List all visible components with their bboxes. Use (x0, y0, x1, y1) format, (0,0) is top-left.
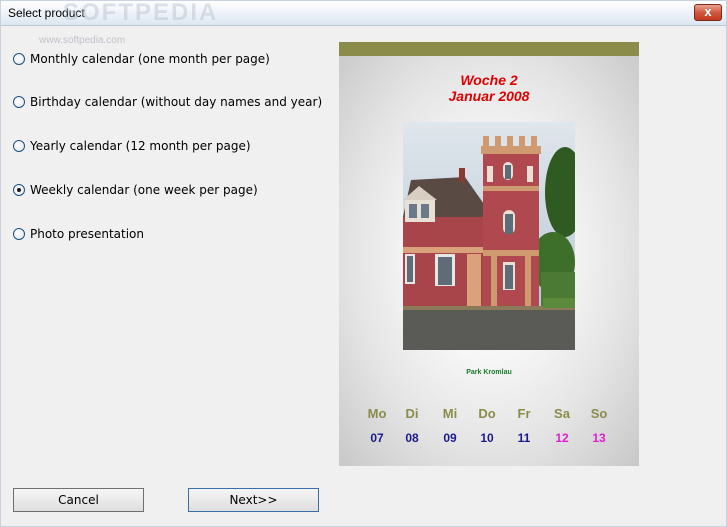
option-label: Monthly calendar (one month per page) (30, 52, 270, 66)
option-label: Yearly calendar (12 month per page) (30, 139, 251, 153)
day-name: So (590, 406, 608, 421)
radio-icon[interactable] (13, 140, 25, 152)
select-product-dialog: Select product SOFTPEDIA x www.softpedia… (0, 0, 727, 527)
title-bar[interactable]: Select product SOFTPEDIA x (1, 0, 726, 26)
preview-photo (403, 122, 575, 350)
week-days-row: Mo Di Mi Do Fr Sa So 07 08 09 10 11 12 1… (365, 406, 615, 446)
day-name: Di (405, 406, 419, 421)
day-name: Do (478, 406, 496, 421)
option-label: Birthday calendar (without day names and… (30, 95, 323, 109)
castle-photo-image (403, 122, 575, 350)
radio-icon[interactable] (13, 184, 25, 196)
radio-icon[interactable] (13, 53, 25, 65)
preview-month-title: Januar 2008 (448, 88, 530, 104)
option-photo-presentation[interactable]: Photo presentation (13, 225, 144, 243)
option-yearly-calendar[interactable]: Yearly calendar (12 month per page) (13, 137, 251, 155)
option-monthly-calendar[interactable]: Monthly calendar (one month per page) (13, 50, 270, 68)
day-number: 09 (443, 431, 457, 445)
day-number: 08 (405, 431, 419, 445)
cancel-button[interactable]: Cancel (13, 488, 144, 512)
option-label: Weekly calendar (one week per page) (30, 183, 258, 197)
watermark-logo: SOFTPEDIA (63, 0, 219, 26)
day-number: 07 (370, 431, 384, 445)
calendar-preview: Woche 2 Januar 2008 Park Kromlau Mo Di M… (339, 42, 639, 466)
day-name: Mo (367, 406, 387, 421)
option-weekly-calendar[interactable]: Weekly calendar (one week per page) (13, 181, 258, 199)
close-button[interactable]: x (694, 4, 722, 21)
day-number-weekend: 12 (555, 431, 569, 445)
day-number: 10 (480, 431, 494, 445)
next-button[interactable]: Next>> (188, 488, 319, 512)
option-birthday-calendar[interactable]: Birthday calendar (without day names and… (13, 93, 322, 111)
day-name: Fr (517, 406, 531, 421)
close-icon: x (704, 4, 712, 19)
radio-icon[interactable] (13, 228, 25, 240)
radio-icon[interactable] (13, 96, 25, 108)
option-label: Photo presentation (30, 227, 144, 241)
preview-week-title: Woche 2 (460, 72, 518, 88)
watermark-url: www.softpedia.com (39, 35, 126, 46)
day-number: 11 (517, 431, 531, 445)
day-name: Mi (442, 406, 458, 421)
preview-photo-caption: Park Kromlau (466, 369, 512, 376)
day-number-weekend: 13 (592, 431, 606, 445)
day-name: Sa (554, 406, 570, 421)
preview-header-bar (339, 42, 639, 56)
